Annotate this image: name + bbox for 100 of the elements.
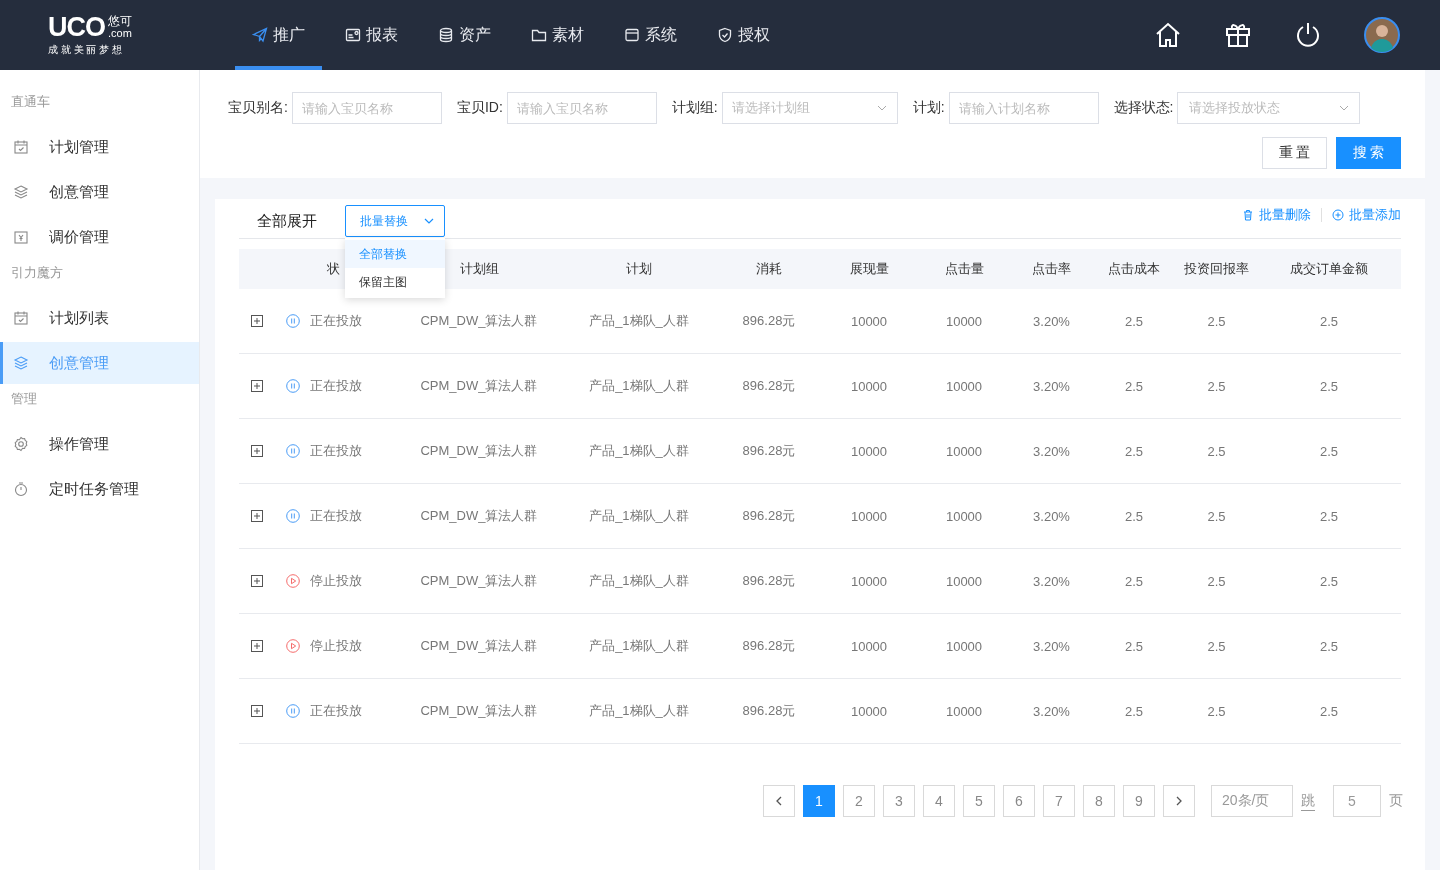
table-cell-text: 3.20% [1032,378,1071,394]
table-cell-text: 3.20% [1032,443,1071,459]
status-text: 正在投放 [310,507,362,525]
table-cell-text: 2.5 [1123,638,1145,654]
database-icon [438,27,454,43]
sidebar-item[interactable]: 计划管理 [0,126,199,168]
avatar[interactable] [1364,17,1400,53]
table-cell-text: 2.5 [1318,703,1340,719]
select-field[interactable]: 请选择投放状态 [1177,92,1361,124]
table-cell-text: 2.5 [1206,443,1227,459]
table-cell-text: 10000 [944,313,984,329]
table-cell-text: 896.28元 [741,702,797,720]
expand-icon[interactable] [251,705,263,717]
column-header: 投资回报率 [1183,260,1250,278]
input-field[interactable]: 请输入宝贝名称 [506,92,657,124]
table-cell-text: CPM_DW_算法人群 [419,507,539,525]
gift-icon[interactable] [1224,21,1252,49]
table-cell-text: 10000 [944,378,984,394]
select-field[interactable]: 请选择计划组 [721,92,898,124]
page-button[interactable]: 2 [843,785,875,817]
search-button[interactable]: 搜 索 [1336,137,1401,169]
jump-label: 跳 [1301,791,1315,811]
page-button[interactable]: 7 [1043,785,1075,817]
nav-tab[interactable]: 资产 [421,0,508,70]
expand-all-label[interactable]: 全部展开 [239,211,345,231]
table-cell-text: CPM_DW_算法人群 [419,572,539,590]
batch-add-link[interactable]: 批量添加 [1332,206,1401,224]
table-cell-text: 10000 [849,378,889,394]
column-header: 成交订单金额 [1289,260,1369,278]
nav-tab[interactable]: 授权 [700,0,787,70]
input-field[interactable]: 请输入宝贝名称 [291,92,442,124]
page-size-select[interactable]: 20条/页 [1211,785,1293,817]
page-button[interactable]: 6 [1003,785,1035,817]
expand-icon[interactable] [251,315,263,327]
table-cell-text: 2.5 [1123,508,1145,524]
table-cell-text: CPM_DW_算法人群 [419,312,539,330]
logo-mark: UCO [48,13,105,40]
table-cell-text: 2.5 [1206,378,1227,394]
expand-icon[interactable] [251,380,263,392]
table-cell-text: 产品_1梯队_人群 [588,312,690,330]
column-header: 点击成本 [1107,260,1161,278]
input-field[interactable]: 请输入计划名称 [948,92,1099,124]
table-cell-text: 896.28元 [741,377,797,395]
table-cell-text: 10000 [849,508,889,524]
calendar-icon [13,139,29,155]
column-header: 点击率 [1031,260,1072,278]
expand-icon[interactable] [251,445,263,457]
sidebar-item[interactable]: 计划列表 [0,297,199,339]
table-cell-text: 896.28元 [741,442,797,460]
sidebar-item[interactable]: 调价管理 [0,216,199,258]
expand-icon[interactable] [251,640,263,652]
table-cell-text: 2.5 [1318,638,1340,654]
table-cell-text: 2.5 [1123,443,1145,459]
page-jump-field[interactable]: 5 [1333,785,1381,817]
status-text: 正在投放 [310,377,362,395]
page-button[interactable]: 3 [883,785,915,817]
settings-icon [13,436,29,452]
table-cell-text: 2.5 [1123,573,1145,589]
page-button[interactable]: 1 [803,785,835,817]
plus-circle-icon [1332,209,1344,221]
page-button[interactable]: 4 [923,785,955,817]
page-button[interactable]: 8 [1083,785,1115,817]
nav-tab[interactable]: 素材 [514,0,601,70]
logo-domain: .com [108,26,132,39]
table-cell-text: 10000 [944,703,984,719]
column-header: 计划组 [458,260,500,278]
page-button[interactable]: 5 [963,785,995,817]
table-cell-text: CPM_DW_算法人群 [419,702,539,720]
table-cell-text: CPM_DW_算法人群 [419,637,539,655]
layers-icon [13,355,29,371]
sidebar-item[interactable]: 创意管理 [0,342,199,384]
table-cell-text: 2.5 [1123,703,1145,719]
table-cell-text: 2.5 [1206,573,1227,589]
play-icon[interactable] [286,639,300,653]
sidebar-item[interactable]: 操作管理 [0,423,199,465]
batch-delete-link[interactable]: 批量删除 [1242,206,1311,224]
table-cell-text: 896.28元 [741,572,797,590]
page-button[interactable]: 9 [1123,785,1155,817]
nav-tab[interactable]: 系统 [607,0,694,70]
table-cell-text: 10000 [944,508,984,524]
sidebar-item[interactable]: 定时任务管理 [0,468,199,510]
menu-item[interactable]: 全部替换 [345,240,445,268]
table-cell-text: CPM_DW_算法人群 [419,377,539,395]
table-cell-text: 10000 [849,638,889,654]
reset-button[interactable]: 重 置 [1262,137,1327,169]
nav-tab[interactable]: 报表 [328,0,415,70]
home-icon[interactable] [1154,21,1182,49]
status-text: 停止投放 [310,637,362,655]
expand-icon[interactable] [251,575,263,587]
sidebar-item[interactable]: 创意管理 [0,171,199,213]
power-icon[interactable] [1294,21,1322,49]
batch-replace-dropdown[interactable]: 批量替换 [345,205,445,237]
play-icon[interactable] [286,574,300,588]
filter-label: 计划: [912,99,945,117]
table-cell-text: 2.5 [1206,638,1227,654]
folder-icon [531,27,547,43]
table-cell-text: 产品_1梯队_人群 [588,377,690,395]
expand-icon[interactable] [251,510,263,522]
menu-item[interactable]: 保留主图 [345,268,445,296]
table-cell-text: 10000 [944,638,984,654]
